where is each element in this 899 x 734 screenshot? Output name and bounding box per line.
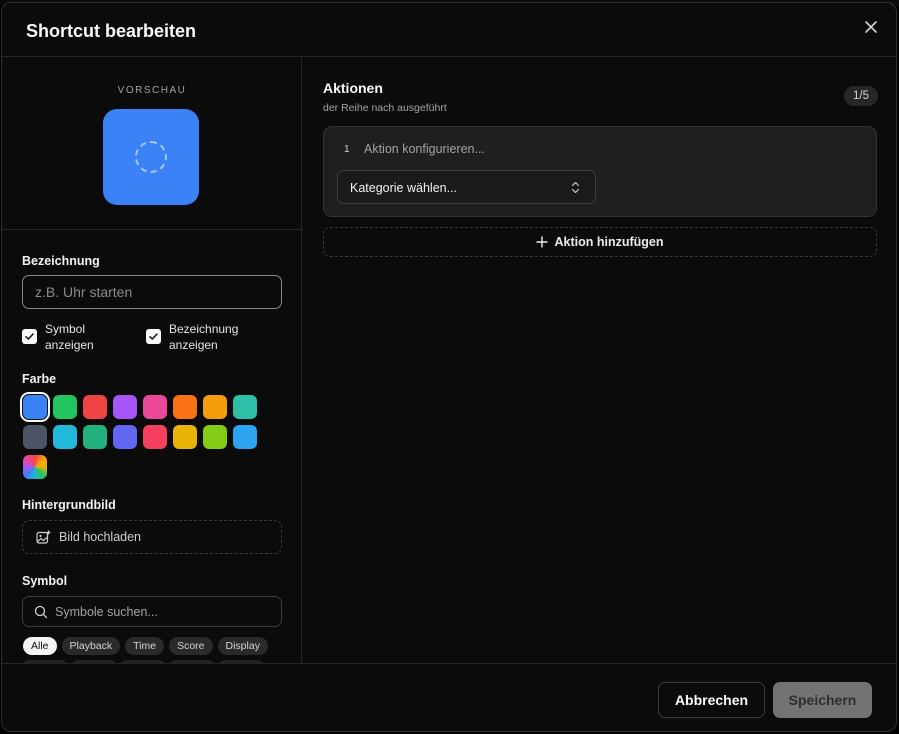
checkmark-icon — [25, 333, 34, 340]
color-swatch[interactable] — [83, 425, 107, 449]
custom-color-swatch[interactable] — [23, 455, 47, 479]
color-swatch[interactable] — [23, 425, 47, 449]
actions-title: Aktionen — [323, 80, 383, 96]
color-swatch[interactable] — [53, 395, 77, 419]
symbol-category-display[interactable]: Display — [217, 637, 268, 655]
close-icon — [865, 21, 877, 33]
add-action-button[interactable]: Aktion hinzufügen — [323, 227, 877, 257]
show-symbol-checkbox[interactable] — [22, 329, 37, 344]
empty-symbol-placeholder-icon — [135, 141, 167, 173]
background-image-label: Hintergrundbild — [22, 498, 116, 512]
name-label: Bezeichnung — [22, 254, 100, 268]
actions-subtitle: der Reihe nach ausgeführt — [323, 102, 447, 114]
plus-icon — [536, 236, 549, 248]
show-symbol-toggle[interactable]: Symbol anzeigen — [22, 321, 135, 353]
preview-section: VORSCHAU — [2, 58, 301, 230]
symbol-category-playback[interactable]: Playback — [61, 637, 121, 655]
show-name-toggle[interactable]: Bezeichnung anzeigen — [146, 321, 269, 353]
color-swatch[interactable] — [143, 425, 167, 449]
action-number: 1 — [344, 144, 350, 155]
color-swatch[interactable] — [203, 425, 227, 449]
category-select-value: Kategorie wählen... — [350, 181, 458, 195]
add-action-label: Aktion hinzufügen — [554, 235, 664, 249]
symbol-category-filters: Alle Playback Time Score Display — [23, 637, 268, 655]
upload-image-button[interactable]: Bild hochladen — [22, 520, 282, 554]
color-swatch[interactable] — [113, 425, 137, 449]
symbol-label: Symbol — [22, 574, 68, 588]
symbol-category-score[interactable]: Score — [169, 637, 213, 655]
symbol-search-input[interactable] — [55, 604, 255, 619]
action-item: 1 Aktion konfigurieren... Kategorie wähl… — [323, 126, 877, 217]
name-input[interactable] — [22, 275, 282, 309]
color-swatch[interactable] — [233, 425, 257, 449]
symbol-category-time[interactable]: Time — [125, 637, 165, 655]
dialog-footer: Abbrechen Speichern — [2, 663, 896, 731]
symbol-category-all[interactable]: Alle — [23, 637, 57, 655]
search-icon — [34, 605, 48, 618]
actions-panel: Aktionen der Reihe nach ausgeführt 1/5 1… — [303, 58, 896, 664]
color-label: Farbe — [22, 372, 57, 386]
save-button[interactable]: Speichern — [773, 682, 872, 718]
action-config-placeholder: Aktion konfigurieren... — [364, 142, 485, 156]
color-swatch[interactable] — [233, 395, 257, 419]
color-swatch[interactable] — [203, 395, 227, 419]
cancel-button[interactable]: Abbrechen — [658, 682, 765, 718]
action-count-badge: 1/5 — [844, 86, 878, 106]
image-plus-icon — [36, 530, 51, 544]
chevron-up-down-icon — [571, 181, 580, 194]
checkmark-icon — [149, 333, 158, 340]
color-swatch[interactable] — [20, 392, 50, 422]
color-swatch[interactable] — [53, 425, 77, 449]
show-name-checkbox[interactable] — [146, 329, 161, 344]
dialog-header: Shortcut bearbeiten — [2, 3, 896, 57]
edit-shortcut-dialog: Shortcut bearbeiten VORSCHAU Bezeichnung… — [1, 2, 897, 732]
color-swatch[interactable] — [113, 395, 137, 419]
show-symbol-label: Symbol anzeigen — [45, 322, 94, 352]
symbol-search-field[interactable] — [22, 596, 282, 627]
settings-panel: VORSCHAU Bezeichnung Symbol anzeigen Bez… — [2, 58, 302, 664]
show-name-label: Bezeichnung anzeigen — [169, 322, 239, 352]
preview-label: VORSCHAU — [117, 85, 187, 96]
category-select[interactable]: Kategorie wählen... — [337, 170, 596, 204]
dialog-title: Shortcut bearbeiten — [26, 21, 197, 41]
upload-image-label: Bild hochladen — [59, 530, 142, 544]
color-swatch[interactable] — [143, 395, 167, 419]
close-button[interactable] — [862, 18, 880, 36]
color-swatch[interactable] — [173, 425, 197, 449]
color-swatch[interactable] — [83, 395, 107, 419]
shortcut-preview-tile — [103, 109, 199, 205]
color-swatch[interactable] — [173, 395, 197, 419]
